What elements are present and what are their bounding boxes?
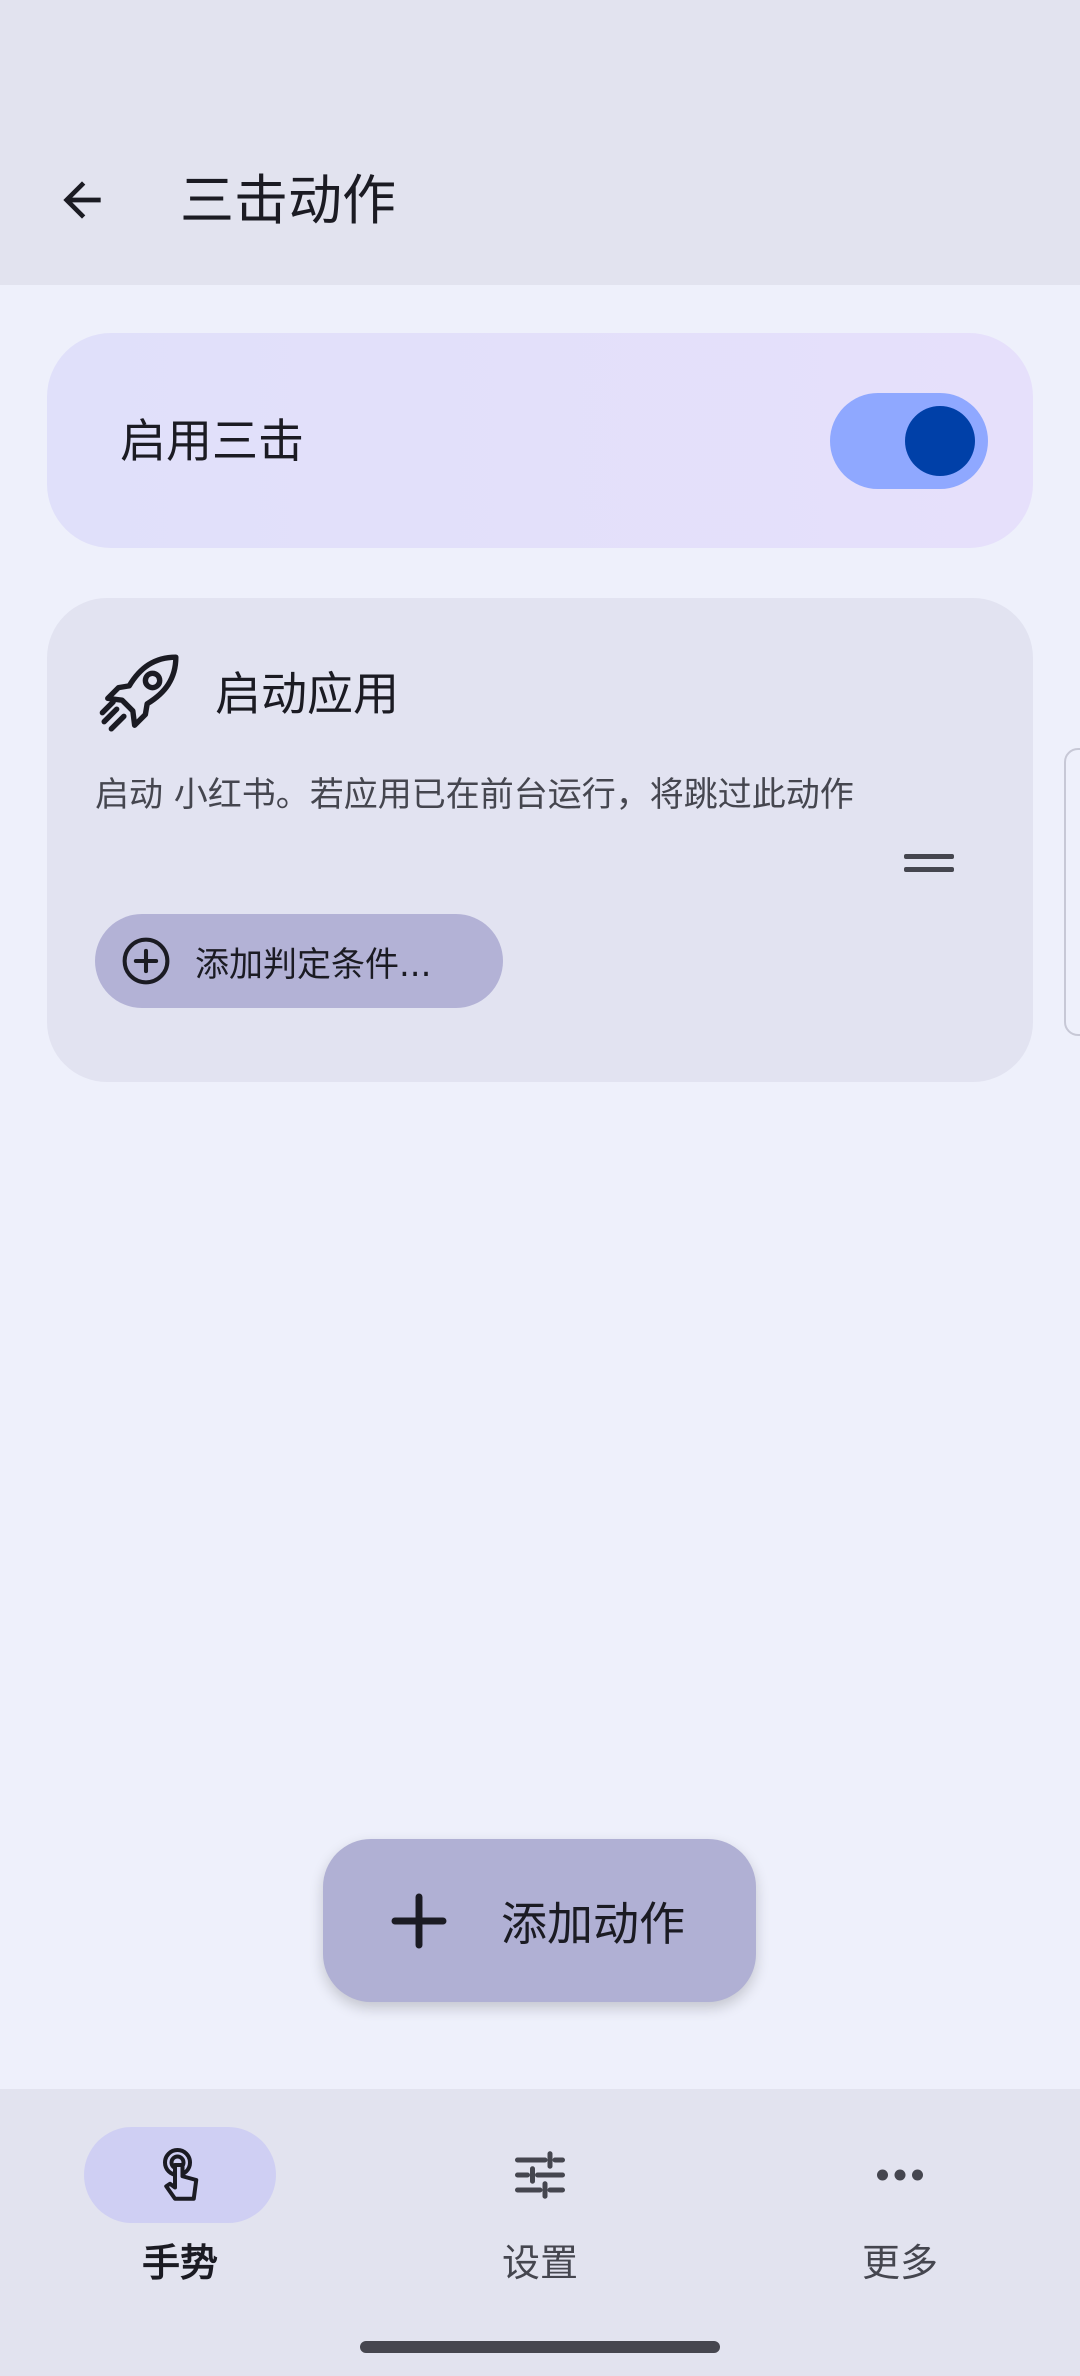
nav-item-gestures[interactable]: 手势 <box>0 2089 360 2289</box>
top-app-bar: 三击动作 <box>0 0 1080 285</box>
page-title: 三击动作 <box>180 169 396 232</box>
rocket-icon <box>99 654 179 732</box>
more-dots-icon <box>877 2169 923 2181</box>
action-description: 启动 小红书。若应用已在前台运行，将跳过此动作 <box>95 775 854 815</box>
drag-handle-icon[interactable] <box>904 848 954 878</box>
bottom-navigation: 手势 设置 更多 <box>0 2089 1080 2376</box>
switch-knob <box>905 406 975 476</box>
sliders-icon <box>515 2151 565 2199</box>
add-action-fab[interactable]: 添加动作 <box>323 1839 756 2002</box>
nav-label-gestures: 手势 <box>141 2241 218 2285</box>
add-circle-icon <box>122 937 170 985</box>
nav-label-more: 更多 <box>861 2241 938 2285</box>
add-condition-label: 添加判定条件... <box>195 944 432 985</box>
action-title: 启动应用 <box>215 667 399 721</box>
back-button[interactable] <box>40 158 124 242</box>
system-gesture-bar[interactable] <box>360 2341 720 2353</box>
add-action-label: 添加动作 <box>501 1896 685 1951</box>
enable-triple-tap-switch[interactable] <box>830 393 988 489</box>
arrow-back-icon <box>63 181 101 219</box>
nav-item-more[interactable]: 更多 <box>720 2089 1080 2289</box>
nav-item-settings[interactable]: 设置 <box>360 2089 720 2289</box>
add-condition-button[interactable]: 添加判定条件... <box>95 914 503 1008</box>
touch-gesture-icon <box>163 2148 199 2201</box>
enable-triple-tap-label: 启用三击 <box>120 414 304 468</box>
enable-triple-tap-card[interactable]: 启用三击 <box>47 333 1033 548</box>
edge-handle[interactable] <box>1064 748 1080 1036</box>
nav-label-settings: 设置 <box>501 2241 578 2285</box>
action-card-launch-app[interactable]: 启动应用 启动 小红书。若应用已在前台运行，将跳过此动作 添加判定条件... <box>47 598 1033 1082</box>
plus-icon <box>391 1893 447 1948</box>
